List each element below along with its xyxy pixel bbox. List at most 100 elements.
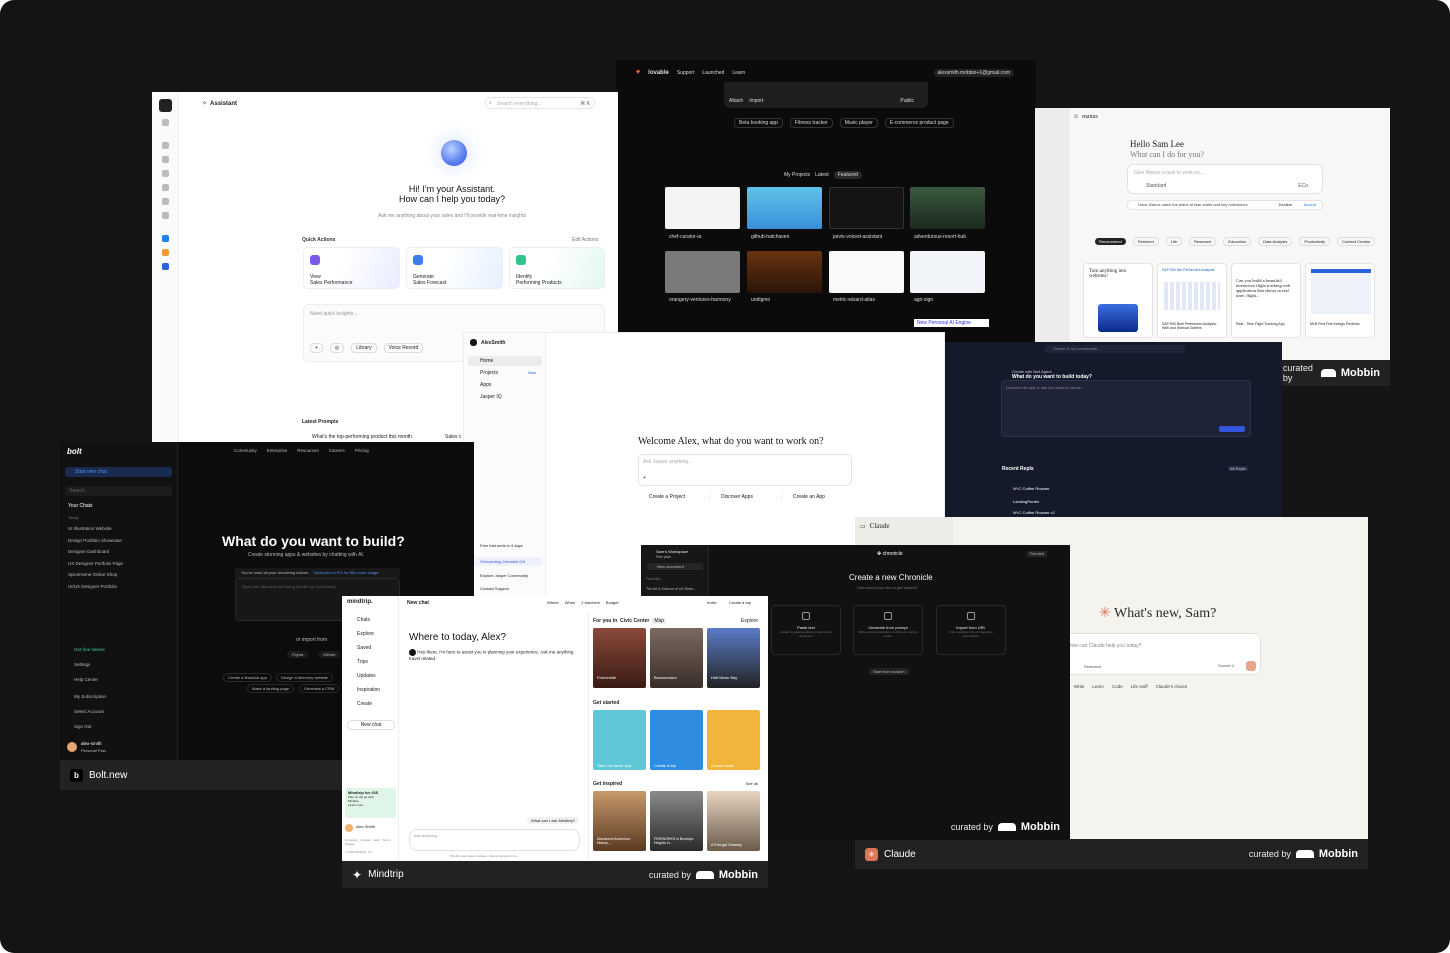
jasper-input[interactable]: Ask Jasper anything... +: [638, 454, 852, 486]
repl-item[interactable]: NYC Coffee Roaster v2: [1013, 510, 1055, 515]
pill-button[interactable]: Create a financial app: [223, 673, 272, 682]
project-thumb[interactable]: [747, 187, 822, 229]
project-thumb[interactable]: [910, 251, 985, 293]
all-repls-button[interactable]: All Repls: [1228, 466, 1248, 471]
sidebar-toggle-icon[interactable]: ▭: [860, 523, 866, 530]
nav-updates[interactable]: Updates: [357, 673, 376, 679]
inbox-icon[interactable]: [161, 170, 169, 177]
option-generate-prompt[interactable]: Generate from prompt Write a short descr…: [853, 605, 923, 655]
chip-life-stuff[interactable]: Life stuff: [1131, 684, 1148, 689]
start-building-button[interactable]: [1219, 426, 1245, 432]
nav-enterprise[interactable]: Enterprise: [267, 448, 288, 453]
chip-claudes-choice[interactable]: Claude's choice: [1156, 684, 1188, 689]
free-trial-badge[interactable]: Free trial: [1027, 551, 1047, 557]
suggestion-chip[interactable]: Fitness tracker: [789, 118, 833, 128]
quick-action-card[interactable]: Generate Sales Forecast: [406, 247, 503, 289]
start-chat-button[interactable]: Start new chat: [65, 467, 172, 477]
repl-item[interactable]: LandingRouter: [1013, 499, 1039, 504]
globe-icon[interactable]: ◎: [329, 343, 345, 353]
nav-learn[interactable]: Learn: [732, 70, 745, 76]
avatar[interactable]: [345, 824, 353, 832]
started-card[interactable]: [593, 710, 646, 770]
app-icon-orange[interactable]: [161, 249, 169, 256]
project-name[interactable]: adventurous-resort-hub: [914, 234, 966, 240]
option-import-url[interactable]: Import from URL Turn a website into an i…: [936, 605, 1006, 655]
project-thumb[interactable]: [829, 251, 904, 293]
showcase-card[interactable]: MLB First Five Innings Predictor: [1305, 263, 1375, 338]
figma-button[interactable]: Figma: [287, 651, 309, 658]
suggestion-chip[interactable]: Beta booking app: [734, 118, 783, 128]
tab-recommend[interactable]: Recommend: [1095, 238, 1126, 245]
pill-button[interactable]: Design a directory website: [276, 673, 333, 682]
nav-saved[interactable]: Saved: [357, 645, 371, 651]
mindtrip-input[interactable]: Ask anything...: [409, 829, 580, 851]
agent-prompt-input[interactable]: Describe an app or site you want to crea…: [1001, 380, 1251, 437]
project-thumb[interactable]: [665, 251, 740, 293]
project-name[interactable]: agri-sign: [914, 297, 933, 303]
showcase-card[interactable]: S&P 500 Net Performers Analysis S&P 500 …: [1157, 263, 1227, 338]
filter-when[interactable]: When: [565, 600, 575, 605]
started-card[interactable]: [707, 710, 760, 770]
project-thumb[interactable]: [665, 187, 740, 229]
nav-home[interactable]: Home: [468, 356, 542, 366]
chip-write[interactable]: Write: [1074, 684, 1084, 689]
eco-toggle[interactable]: ECo: [1298, 183, 1308, 189]
mode-select[interactable]: Standard: [1146, 183, 1166, 189]
free-tokens-link[interactable]: Get free tokens: [74, 647, 105, 652]
suggestion-chip[interactable]: E-commerce product page: [884, 118, 954, 128]
nav-apps[interactable]: Apps: [480, 382, 491, 388]
chip-code[interactable]: Code: [1112, 684, 1123, 689]
voice-record-button[interactable]: Voice Record: [383, 343, 424, 353]
project-thumb[interactable]: [910, 187, 985, 229]
new-document-button[interactable]: New document: [647, 563, 703, 570]
nav-resources[interactable]: Resources: [297, 448, 319, 453]
chat-item[interactable]: UI/UX Designer Portfolio: [68, 584, 117, 589]
see-all-link[interactable]: See all: [746, 781, 758, 786]
pill-button[interactable]: Generate a CRM: [299, 684, 340, 693]
suggestion-chip[interactable]: What can I ask Mindtrip?: [527, 817, 580, 824]
learn-more-link[interactable]: Learn more: [345, 803, 396, 807]
option-paste-text[interactable]: Paste text Create by pasting existing no…: [771, 605, 841, 655]
add-icon[interactable]: +: [310, 343, 323, 353]
account-email[interactable]: alexsmith.mobbin+1@gmail.com: [933, 69, 1014, 77]
nav-chats[interactable]: Chats: [357, 617, 370, 623]
github-button[interactable]: GitHub: [318, 651, 341, 658]
accept-button[interactable]: Accept: [1304, 202, 1316, 207]
suggestion-chip[interactable]: Music player: [839, 118, 878, 128]
chip-learn[interactable]: Learn: [1092, 684, 1104, 689]
chat-item[interactable]: SpiceHome Online Shop: [68, 572, 117, 577]
tab-featured[interactable]: Featured: [833, 171, 862, 179]
tab-education[interactable]: Education: [1223, 237, 1252, 246]
support-link[interactable]: Contact Support: [480, 586, 509, 591]
task-input[interactable]: Give Manus a task to work on... Standard…: [1127, 164, 1323, 194]
nav-create[interactable]: Create: [357, 701, 372, 707]
tab-content-creator[interactable]: Content Creator: [1337, 237, 1376, 246]
showcase-card[interactable]: Can you build a beautiful interactive fl…: [1231, 263, 1301, 338]
project-thumb[interactable]: [747, 251, 822, 293]
document-item[interactable]: The Art & Science of UX Rese...: [646, 587, 696, 591]
app-icon-chart[interactable]: [161, 263, 169, 270]
subscription-link[interactable]: My Subscription: [74, 694, 106, 699]
started-card[interactable]: [650, 710, 703, 770]
public-toggle[interactable]: Public: [900, 98, 914, 104]
chat-item[interactable]: UX Designer Portfolio Page: [68, 561, 123, 566]
filter-where[interactable]: Where: [547, 600, 559, 605]
project-name[interactable]: jarvis-voiced-assistant: [833, 234, 882, 240]
nav-careers[interactable]: Careers: [329, 448, 345, 453]
project-name[interactable]: github-hatchaven: [751, 234, 789, 240]
tab-my-projects[interactable]: My Projects: [784, 172, 810, 178]
sign-out-link[interactable]: Sign Out: [74, 724, 92, 729]
quick-action-card[interactable]: Identify Performing Products: [509, 247, 605, 289]
city-select[interactable]: Civic Center: [620, 618, 649, 624]
add-icon[interactable]: +: [643, 475, 646, 481]
nav-launched[interactable]: Launched: [702, 70, 724, 76]
decline-button[interactable]: Decline: [1279, 202, 1292, 207]
help-center-link[interactable]: Help Center: [74, 677, 98, 682]
nav-jasper-iq[interactable]: Jasper IQ: [480, 394, 502, 400]
nav-pricing[interactable]: Pricing: [355, 448, 369, 453]
users-icon[interactable]: [161, 198, 169, 205]
filter-budget[interactable]: Budget: [606, 600, 619, 605]
chart-icon[interactable]: [161, 184, 169, 191]
create-project-button[interactable]: Create a Project: [638, 494, 710, 500]
prompt-box[interactable]: Attach Import Public: [724, 82, 928, 108]
